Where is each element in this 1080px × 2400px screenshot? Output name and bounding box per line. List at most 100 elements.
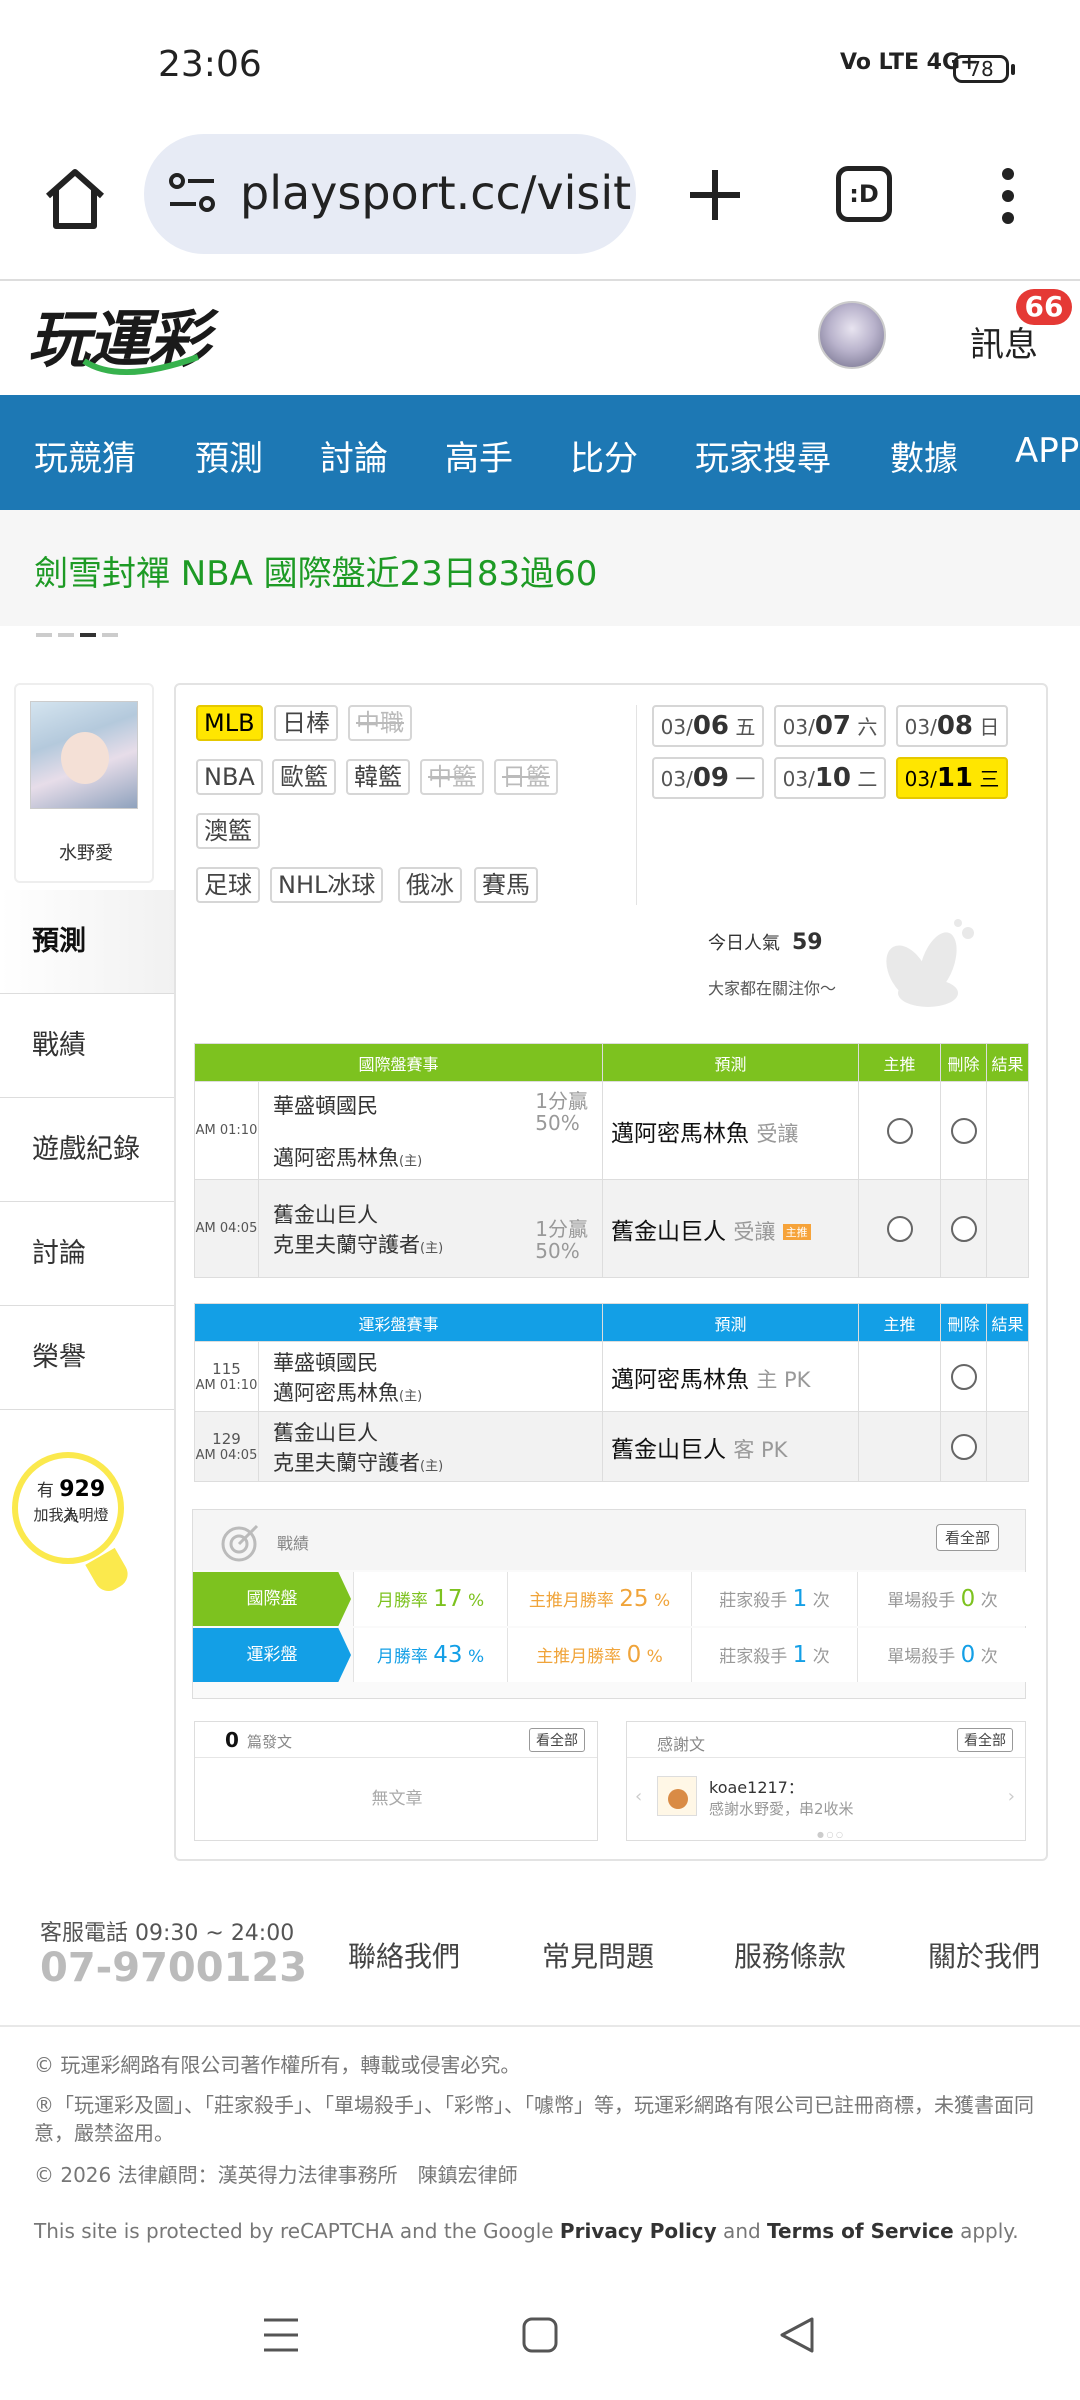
record-row-intl: 國際盤 月勝率 17 % 主推月勝率 25 % 莊家殺手 1 次 單場殺手 0 … <box>193 1572 1027 1626</box>
privacy-policy-link[interactable]: Privacy Policy <box>560 2219 717 2243</box>
league-chip-horse-racing[interactable]: 賽馬 <box>474 867 538 903</box>
footer-link-contact[interactable]: 聯絡我們 <box>348 1935 460 1975</box>
league-chip-nbl[interactable]: 澳籃 <box>196 813 260 849</box>
main-pick-radio[interactable] <box>886 1215 913 1242</box>
single-killer: 單場殺手 0 次 <box>857 1572 1027 1626</box>
col-header: 預測 <box>602 1043 860 1082</box>
contact-hours: 客服電話 09:30 ~ 24:00 <box>40 1921 295 1946</box>
record-title: 戰績 <box>277 1534 310 1553</box>
promo-banner[interactable]: 劍雪封禪 NBA 國際盤近23日83過60 <box>0 510 1080 637</box>
record-row-lottery: 運彩盤 月勝率 43 % 主推月勝率 0 % 莊家殺手 1 次 單場殺手 0 次 <box>193 1628 1027 1682</box>
league-chip-mlb[interactable]: MLB <box>196 705 263 741</box>
nav-item-data[interactable]: 數據 <box>890 431 958 480</box>
messages-link[interactable]: 訊息 <box>970 317 1038 366</box>
thanks-user-avatar[interactable] <box>657 1776 697 1816</box>
delete-radio[interactable] <box>950 1363 977 1390</box>
date-chip[interactable]: 03/08 日 <box>896 705 1008 747</box>
prediction-panel: MLB 日棒 中職 NBA 歐籃 韓籃 中籃 日籃 澳籃 足球 NHL冰球 俄冰… <box>174 683 1048 1861</box>
footer-link-terms[interactable]: 服務條款 <box>734 1935 846 1975</box>
back-icon[interactable] <box>778 2316 816 2354</box>
profile-menu: 預測 戰績 遊戲紀錄 討論 榮譽 <box>0 890 174 1410</box>
address-bar[interactable]: playsport.cc/visit <box>144 134 636 254</box>
date-chip[interactable]: 03/09 一 <box>652 757 764 799</box>
col-header: 國際盤賽事 <box>193 1043 604 1082</box>
contact-phone[interactable]: 07-9700123 <box>40 1945 307 1991</box>
menu-item-predict[interactable]: 預測 <box>0 890 174 994</box>
menu-item-record[interactable]: 戰績 <box>0 994 174 1098</box>
monthly-win-rate: 月勝率 43 % <box>353 1628 507 1682</box>
logo-swoosh <box>82 354 200 375</box>
delete-radio[interactable] <box>950 1215 977 1242</box>
thanks-user[interactable]: koae1217： <box>709 1774 804 1798</box>
record-view-all-button[interactable]: 看全部 <box>935 1524 999 1551</box>
nav-item-predict[interactable]: 預測 <box>195 431 263 480</box>
prediction-cell: 邁阿密馬林魚 主 PK <box>602 1341 860 1412</box>
game-time: AM 04:05 <box>194 1179 259 1278</box>
league-chip-nhl[interactable]: NHL冰球 <box>270 867 384 903</box>
trademark-text: ®「玩運彩及圖」、「莊家殺手」、「單場殺手」、「彩幣」、「噱幣」等，玩運彩網路有… <box>34 2093 1034 2145</box>
league-chip-euro-basketball[interactable]: 歐籃 <box>272 759 336 795</box>
league-chip-npb[interactable]: 日棒 <box>274 705 338 741</box>
result-cell <box>986 1341 1030 1412</box>
result-cell <box>986 1179 1030 1278</box>
nav-item-forum[interactable]: 討論 <box>320 431 388 480</box>
matchup: 華盛頓國民 邁阿密馬林魚(主) 1分贏 50% <box>257 1081 604 1180</box>
recents-icon[interactable] <box>262 2316 300 2354</box>
status-bar: 23:06 Vo LTE 4G+ 78 <box>0 0 1080 130</box>
popularity-note: 大家都在關注你～ <box>708 979 837 998</box>
home-nav-icon[interactable] <box>521 2316 559 2354</box>
game-time: AM 01:10 <box>194 1081 259 1180</box>
nav-item-experts[interactable]: 高手 <box>445 431 513 480</box>
delete-radio[interactable] <box>950 1117 977 1144</box>
tab-switcher-button[interactable]: :D <box>836 166 892 222</box>
date-chip[interactable]: 03/10 二 <box>774 757 886 799</box>
nav-item-app[interactable]: APP <box>1015 431 1079 471</box>
result-cell <box>986 1081 1030 1180</box>
table-row: 115 AM 01:10 華盛頓國民 邁阿密馬林魚(主) 邁阿密馬林魚 主 PK <box>194 1341 1030 1412</box>
league-chip-kbl[interactable]: 韓籃 <box>346 759 410 795</box>
new-tab-icon[interactable] <box>686 166 744 224</box>
menu-item-forum[interactable]: 討論 <box>0 1202 174 1306</box>
follow-cta[interactable]: 加我為明燈 <box>26 1504 116 1525</box>
promo-text[interactable]: 劍雪封禪 NBA 國際盤近23日83過60 <box>34 546 597 595</box>
fans-count: 929 <box>59 1477 106 1502</box>
flower-decoration-icon <box>886 919 974 1007</box>
terms-of-service-link[interactable]: Terms of Service <box>767 2219 954 2243</box>
menu-item-game-log[interactable]: 遊戲紀錄 <box>0 1098 174 1202</box>
date-chip-selected[interactable]: 03/11 三 <box>896 757 1008 799</box>
profile-name[interactable]: 水野愛 <box>16 839 156 865</box>
home-icon[interactable] <box>40 164 110 234</box>
table-row: AM 01:10 華盛頓國民 邁阿密馬林魚(主) 1分贏 50% 邁阿密馬林魚 受… <box>194 1081 1030 1180</box>
footer-link-about[interactable]: 關於我們 <box>928 1935 1040 1975</box>
matchup: 舊金山巨人 克里夫蘭守護者(主) 1分贏 50% <box>257 1179 604 1278</box>
menu-item-honors[interactable]: 榮譽 <box>0 1306 174 1410</box>
col-header: 刪除 <box>940 1043 988 1082</box>
nav-item-guess[interactable]: 玩競猜 <box>34 431 136 480</box>
thanks-text: 感謝水野愛，串2收米 <box>709 1800 854 1818</box>
next-arrow-icon[interactable]: › <box>1008 1786 1015 1807</box>
profile-avatar[interactable] <box>30 701 138 809</box>
follow-bulb[interactable]: 有 929 人 加我為明燈 <box>12 1452 133 1602</box>
league-chip-jbl: 日籃 <box>494 759 558 795</box>
footer-link-faq[interactable]: 常見問題 <box>542 1935 654 1975</box>
date-chip[interactable]: 03/07 六 <box>774 705 886 747</box>
delete-radio[interactable] <box>950 1433 977 1460</box>
col-header: 刪除 <box>940 1303 988 1342</box>
nav-item-player-search[interactable]: 玩家搜尋 <box>695 431 831 480</box>
messages-badge: 66 <box>1016 289 1072 325</box>
user-avatar[interactable] <box>818 301 886 369</box>
date-chip[interactable]: 03/06 五 <box>652 705 764 747</box>
prev-arrow-icon[interactable]: ‹ <box>635 1786 642 1807</box>
nav-item-scores[interactable]: 比分 <box>570 431 638 480</box>
site-settings-icon[interactable] <box>168 172 216 214</box>
thanks-view-all-button[interactable]: 看全部 <box>957 1728 1013 1752</box>
league-chip-khl[interactable]: 俄冰 <box>398 867 462 903</box>
single-killer: 單場殺手 0 次 <box>857 1628 1027 1682</box>
more-menu-icon[interactable] <box>998 166 1018 226</box>
main-pick-radio[interactable] <box>886 1117 913 1144</box>
posts-view-all-button[interactable]: 看全部 <box>529 1728 585 1752</box>
league-chip-soccer[interactable]: 足球 <box>196 867 260 903</box>
lottery-predictions-table: 運彩盤賽事 預測 主推 刪除 結果 115 AM 01:10 華盛頓國民 邁阿密馬林… <box>193 1303 1030 1482</box>
main-pick-win-rate: 主推月勝率 0 % <box>507 1628 691 1682</box>
league-chip-nba[interactable]: NBA <box>196 759 263 795</box>
